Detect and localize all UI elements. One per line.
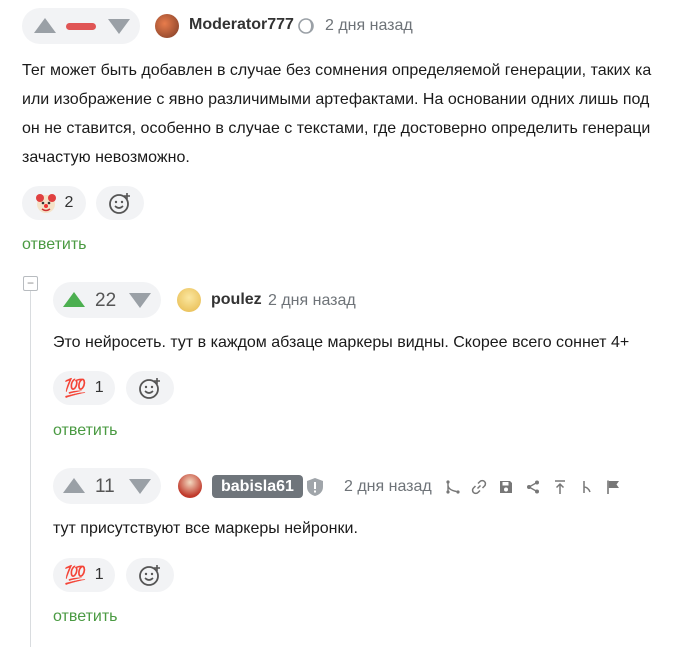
reply-link[interactable]: ответить bbox=[22, 236, 87, 254]
reaction-count: 2 bbox=[64, 194, 74, 211]
comment-line: он не ставится, особенно в случае с текс… bbox=[22, 120, 651, 137]
comment-body: Тег может быть добавлен в случае без сом… bbox=[22, 56, 700, 172]
save-icon[interactable] bbox=[498, 479, 514, 495]
upvote-button[interactable] bbox=[34, 18, 56, 33]
add-reaction-button[interactable] bbox=[96, 186, 144, 220]
flag-icon[interactable] bbox=[605, 479, 621, 495]
collapse-button[interactable]: − bbox=[23, 276, 38, 291]
reply-link[interactable]: ответить bbox=[53, 422, 118, 440]
avatar[interactable] bbox=[177, 288, 201, 312]
reaction-button[interactable]: 💯 1 bbox=[53, 371, 115, 405]
comment-body: тут присутствуют все маркеры нейронки. bbox=[53, 520, 358, 537]
reaction-button[interactable]: 💯 1 bbox=[53, 558, 115, 592]
comment-author: babisla61 bbox=[221, 477, 294, 495]
clown-emoji-icon bbox=[35, 194, 56, 213]
vote-panel: 22 bbox=[53, 282, 161, 318]
comment-line: зачастую невозможно. bbox=[22, 149, 190, 166]
comment-line: Тег может быть добавлен в случае без сом… bbox=[22, 62, 652, 79]
comment-author[interactable]: poulez bbox=[211, 291, 262, 309]
hundred-emoji-icon: 💯 bbox=[64, 377, 87, 398]
comment-score: 22 bbox=[95, 290, 117, 311]
reaction-count: 1 bbox=[94, 379, 104, 396]
comment-score: 11 bbox=[95, 476, 115, 497]
avatar[interactable] bbox=[155, 14, 179, 38]
hundred-emoji-icon: 💯 bbox=[64, 564, 87, 585]
reply-link[interactable]: ответить bbox=[53, 608, 118, 626]
reaction-count: 1 bbox=[94, 566, 104, 583]
comment-line: или изображение с явно различимыми артеф… bbox=[22, 91, 650, 108]
avatar[interactable] bbox=[178, 474, 202, 498]
moderator-score-bar bbox=[66, 23, 96, 30]
comment-time: 2 дня назад bbox=[344, 478, 432, 495]
branch-icon[interactable] bbox=[445, 479, 461, 495]
downvote-button[interactable] bbox=[108, 19, 130, 34]
moon-icon bbox=[298, 18, 314, 34]
reaction-button[interactable]: 2 bbox=[22, 186, 86, 220]
vote-panel bbox=[22, 8, 140, 44]
smiley-plus-icon bbox=[109, 193, 130, 214]
shield-icon bbox=[307, 478, 323, 496]
comment-body: Это нейросеть. тут в каждом абзаце марке… bbox=[53, 334, 630, 351]
downvote-button[interactable] bbox=[129, 479, 151, 494]
link-icon[interactable] bbox=[471, 479, 487, 495]
comment-author[interactable]: Moderator777 bbox=[189, 16, 294, 34]
thread-branch-icon[interactable] bbox=[579, 479, 595, 495]
upvote-button[interactable] bbox=[63, 478, 85, 493]
thread-line bbox=[30, 291, 31, 647]
add-reaction-button[interactable] bbox=[126, 371, 174, 405]
scroll-to-parent-icon[interactable] bbox=[552, 479, 568, 495]
vote-panel: 11 bbox=[53, 468, 161, 504]
author-badge[interactable]: babisla61 bbox=[212, 475, 303, 498]
add-reaction-button[interactable] bbox=[126, 558, 174, 592]
downvote-button[interactable] bbox=[129, 293, 151, 308]
comment-time: 2 дня назад bbox=[325, 17, 413, 34]
collapse-icon: − bbox=[26, 276, 34, 290]
smiley-plus-icon bbox=[139, 378, 160, 399]
smiley-plus-icon bbox=[139, 565, 160, 586]
share-icon[interactable] bbox=[525, 479, 541, 495]
upvote-button[interactable] bbox=[63, 292, 85, 307]
comment-time: 2 дня назад bbox=[268, 292, 356, 309]
